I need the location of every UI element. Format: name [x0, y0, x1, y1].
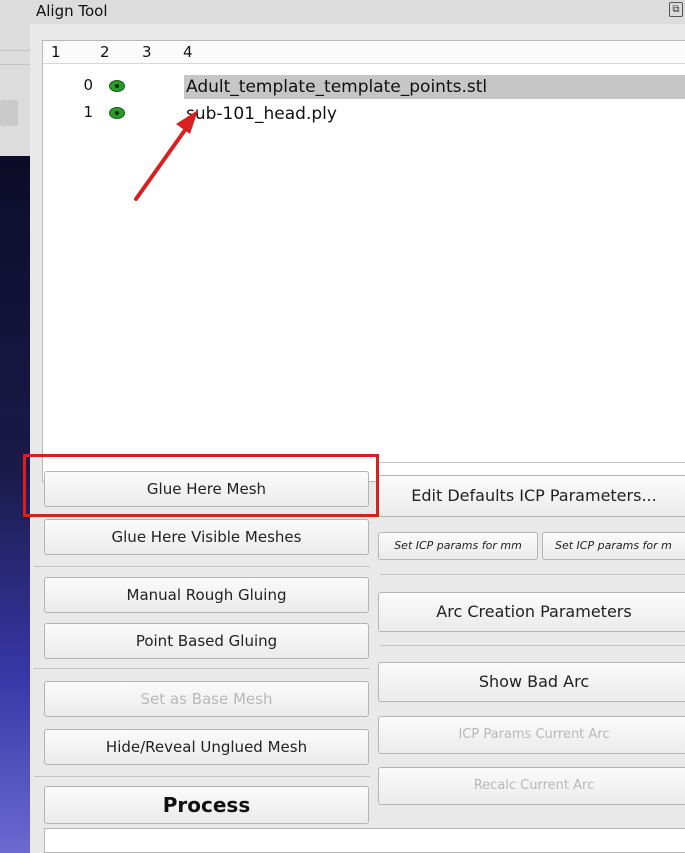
mesh-name: Adult_template_template_points.stl: [184, 75, 685, 99]
mesh-name: sub-101_head.ply: [186, 104, 337, 124]
process-button[interactable]: Process: [44, 786, 369, 824]
separator: [34, 566, 370, 567]
set-as-base-mesh-button[interactable]: Set as Base Mesh: [44, 681, 369, 717]
manual-rough-gluing-button[interactable]: Manual Rough Gluing: [44, 577, 369, 613]
float-window-icon[interactable]: ⧉: [669, 2, 683, 17]
separator: [380, 574, 685, 575]
arc-creation-parameters-button[interactable]: Arc Creation Parameters: [378, 592, 685, 632]
recalc-current-arc-button[interactable]: Recalc Current Arc: [378, 767, 685, 805]
window-title: Align Tool: [36, 2, 108, 20]
separator: [34, 776, 370, 777]
eye-icon[interactable]: [109, 107, 125, 119]
edit-defaults-icp-parameters-button[interactable]: Edit Defaults ICP Parameters...: [378, 475, 685, 517]
column-header-4[interactable]: 4: [183, 43, 193, 61]
annotation-highlight-box: [23, 454, 379, 517]
tree-row[interactable]: 1 sub-101_head.ply: [43, 102, 685, 126]
camera-icon: [0, 100, 18, 126]
icp-params-current-arc-button[interactable]: ICP Params Current Arc: [378, 716, 685, 754]
row-index: 1: [83, 103, 93, 121]
separator: [380, 645, 685, 646]
set-icp-params-mm-button[interactable]: Set ICP params for mm: [378, 532, 538, 560]
background-toolbar: [0, 0, 30, 157]
glue-here-visible-meshes-button[interactable]: Glue Here Visible Meshes: [44, 519, 369, 555]
separator: [34, 668, 370, 669]
log-area: [44, 828, 685, 853]
column-header-2[interactable]: 2: [100, 43, 110, 61]
window-title-bar: Align Tool ⧉: [30, 0, 685, 24]
mesh-tree[interactable]: 1 2 3 4 0 Adult_template_template_points…: [42, 40, 685, 482]
hide-reveal-unglued-mesh-button[interactable]: Hide/Reveal Unglued Mesh: [44, 729, 369, 765]
column-header-1[interactable]: 1: [51, 43, 61, 61]
row-index: 0: [83, 76, 93, 94]
tree-row[interactable]: 0 Adult_template_template_points.stl: [43, 75, 685, 99]
column-header-3[interactable]: 3: [142, 43, 152, 61]
set-icp-params-m-button[interactable]: Set ICP params for m: [542, 532, 685, 560]
eye-icon[interactable]: [109, 80, 125, 92]
point-based-gluing-button[interactable]: Point Based Gluing: [44, 623, 369, 659]
background-app-strip: [0, 0, 30, 853]
separator: [380, 462, 685, 463]
tree-header: 1 2 3 4: [43, 41, 685, 64]
show-bad-arc-button[interactable]: Show Bad Arc: [378, 662, 685, 702]
